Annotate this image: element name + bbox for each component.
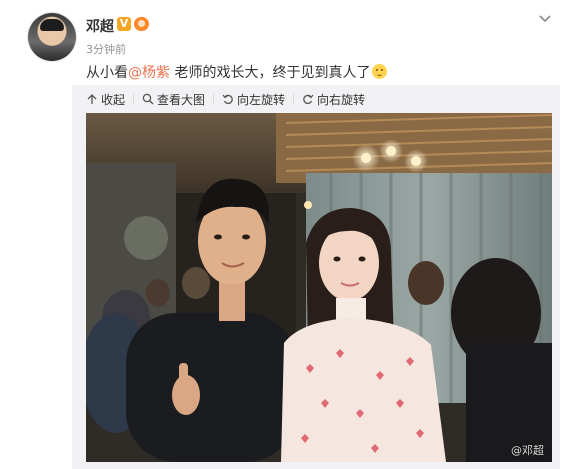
rotate-right-label: 向右旋转	[317, 92, 366, 107]
member-badge-icon	[134, 17, 149, 31]
post-text-before: 从小看	[86, 65, 128, 81]
verified-badge-icon: V	[117, 17, 131, 31]
rotate-left-icon	[222, 94, 233, 105]
image-toolbar: 收起 查看大图 向左旋转 向右旋转	[86, 91, 373, 107]
view-large-label: 查看大图	[157, 92, 206, 107]
arrow-up-icon	[87, 94, 97, 104]
username[interactable]: 邓超	[86, 16, 114, 36]
mention-link[interactable]: @杨紫	[128, 65, 170, 81]
photo-watermark: @邓超	[511, 444, 544, 457]
chevron-down-icon[interactable]	[537, 11, 553, 27]
photo-scene	[86, 113, 552, 462]
view-large-button[interactable]: 查看大图	[142, 91, 205, 108]
rotate-left-label: 向左旋转	[237, 92, 286, 107]
toolbar-divider	[213, 93, 215, 105]
avatar[interactable]	[28, 13, 76, 61]
collapse-button[interactable]: 收起	[86, 91, 125, 108]
collapse-label: 收起	[101, 92, 126, 107]
toolbar-divider	[133, 93, 135, 105]
rotate-left-button[interactable]: 向左旋转	[222, 91, 285, 108]
rotate-right-button[interactable]: 向右旋转	[302, 91, 365, 108]
toolbar-divider	[293, 93, 295, 105]
search-icon	[142, 93, 154, 105]
post-text-after: 老师的戏长大，终于见到真人了	[170, 65, 371, 81]
post-timestamp[interactable]: 3分钟前	[86, 41, 126, 57]
emoji-icon	[372, 64, 388, 79]
post-text: 从小看@杨紫 老师的戏长大，终于见到真人了	[86, 62, 388, 82]
post-photo[interactable]: @邓超	[86, 113, 552, 462]
rotate-right-icon	[303, 94, 314, 105]
